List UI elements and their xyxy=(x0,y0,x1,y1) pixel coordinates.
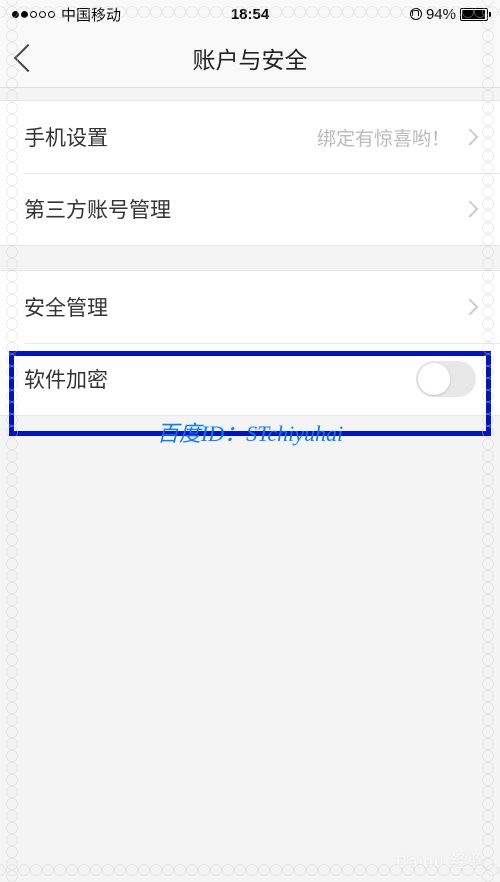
list-item-phone-settings[interactable]: 手机设置 绑定有惊喜哟！ xyxy=(0,101,500,173)
settings-group-2: 安全管理 软件加密 xyxy=(0,270,500,416)
software-encryption-toggle[interactable] xyxy=(416,361,476,397)
list-item-software-encryption: 软件加密 xyxy=(0,343,500,415)
carrier-label: 中国移动 xyxy=(61,4,121,25)
settings-group-1: 手机设置 绑定有惊喜哟！ 第三方账号管理 xyxy=(0,100,500,246)
status-bar: 中国移动 18:54 94% xyxy=(0,0,500,28)
status-left: 中国移动 xyxy=(12,4,121,25)
battery-percent-label: 94% xyxy=(426,6,456,23)
toggle-knob xyxy=(418,363,450,395)
chevron-right-icon xyxy=(462,299,479,316)
chevron-right-icon xyxy=(462,201,479,218)
status-time: 18:54 xyxy=(231,6,269,23)
rotation-lock-icon xyxy=(410,8,422,20)
watermark-center-text: 百度ID：STchiyuhai xyxy=(157,416,343,448)
page-title: 账户与安全 xyxy=(193,41,308,75)
list-item-label: 软件加密 xyxy=(24,364,416,394)
list-item-label: 第三方账号管理 xyxy=(24,194,464,224)
list-item-security-management[interactable]: 安全管理 xyxy=(0,271,500,343)
back-button[interactable] xyxy=(14,43,42,71)
watermark-footer-text: Baidu 经验 xyxy=(396,847,486,872)
chevron-right-icon xyxy=(462,129,479,146)
list-item-third-party-accounts[interactable]: 第三方账号管理 xyxy=(0,173,500,245)
list-item-label: 手机设置 xyxy=(24,122,317,152)
nav-bar: 账户与安全 xyxy=(0,28,500,88)
battery-icon xyxy=(460,8,488,21)
list-item-value: 绑定有惊喜哟！ xyxy=(317,124,450,151)
status-right: 94% xyxy=(410,6,488,23)
list-item-label: 安全管理 xyxy=(24,292,464,322)
content-area: 手机设置 绑定有惊喜哟！ 第三方账号管理 安全管理 软件加密 xyxy=(0,88,500,416)
signal-strength-icon xyxy=(12,11,55,18)
